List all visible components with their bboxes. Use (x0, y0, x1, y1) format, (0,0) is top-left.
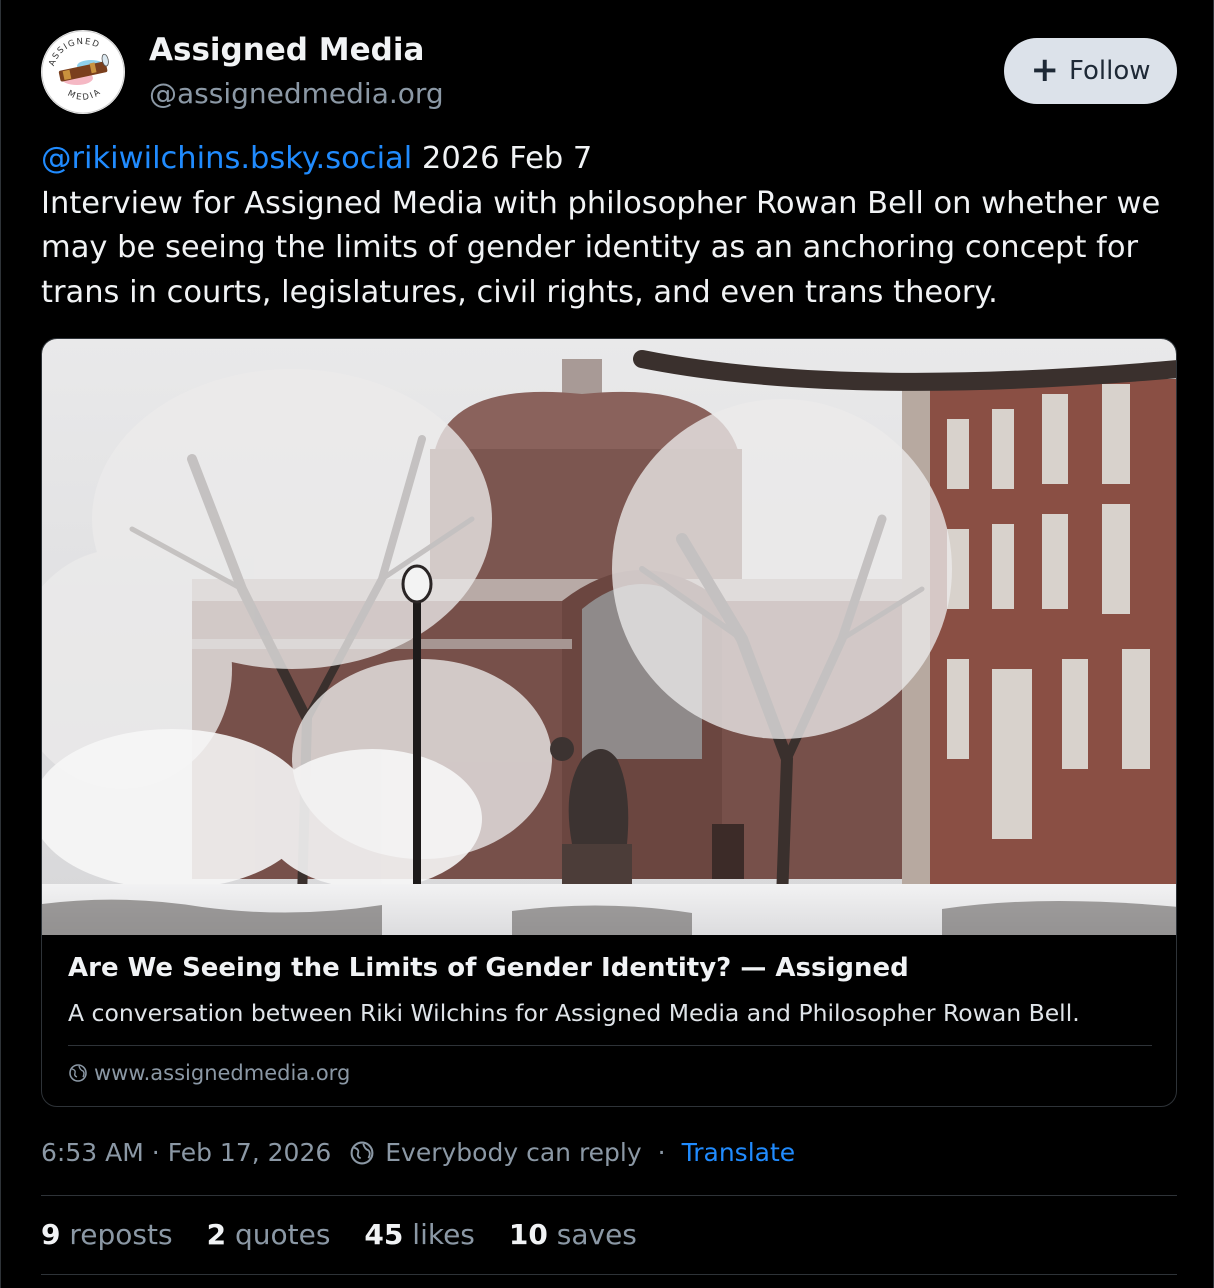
link-card-description: A conversation between Riki Wilchins for… (68, 999, 1080, 1027)
engagement-stats: 9 reposts 2 quotes 45 likes 10 saves (41, 1218, 637, 1251)
time-separator: · (151, 1138, 160, 1167)
spyglass-logo-icon: ASSIGNED MEDIA (41, 30, 125, 114)
post-meta: 6:53 AM · Feb 17, 2026 Everybody can rep… (41, 1138, 795, 1167)
meta-separator: · (657, 1138, 666, 1167)
mention-link[interactable]: @rikiwilchins.bsky.social (41, 141, 412, 176)
link-card-domain: www.assignedmedia.org (68, 1061, 350, 1085)
translate-link[interactable]: Translate (682, 1138, 796, 1167)
link-card-domain-text: www.assignedmedia.org (94, 1061, 351, 1085)
link-card[interactable]: Are We Seeing the Limits of Gender Ident… (41, 338, 1177, 1107)
avatar[interactable]: ASSIGNED MEDIA (41, 30, 125, 114)
quotes-stat[interactable]: 2 quotes (207, 1218, 331, 1251)
likes-stat[interactable]: 45 likes (364, 1218, 474, 1251)
follow-button-label: Follow (1068, 56, 1151, 86)
post-thread-panel: ASSIGNED MEDIA Assigned Media @assignedm… (0, 0, 1214, 1288)
display-name[interactable]: Assigned Media (149, 32, 424, 68)
globe-icon (349, 1140, 375, 1166)
link-card-title[interactable]: Are We Seeing the Limits of Gender Ident… (68, 953, 909, 983)
link-card-image (42, 339, 1176, 935)
reposts-stat[interactable]: 9 reposts (41, 1218, 173, 1251)
saves-stat[interactable]: 10 saves (509, 1218, 637, 1251)
post-date: Feb 17, 2026 (167, 1138, 332, 1167)
link-card-divider (68, 1045, 1152, 1046)
reply-setting[interactable]: Everybody can reply (385, 1138, 641, 1167)
stats-bottom-divider (41, 1274, 1177, 1275)
author-handle[interactable]: @assignedmedia.org (149, 77, 444, 110)
plus-icon: + (1030, 49, 1059, 90)
post-time: 6:53 AM (41, 1138, 144, 1167)
globe-icon (68, 1063, 88, 1083)
post-text: @rikiwilchins.bsky.social 2026 Feb 7 Int… (41, 137, 1181, 315)
follow-button[interactable]: + Follow (1004, 38, 1177, 104)
stats-top-divider (41, 1195, 1177, 1196)
